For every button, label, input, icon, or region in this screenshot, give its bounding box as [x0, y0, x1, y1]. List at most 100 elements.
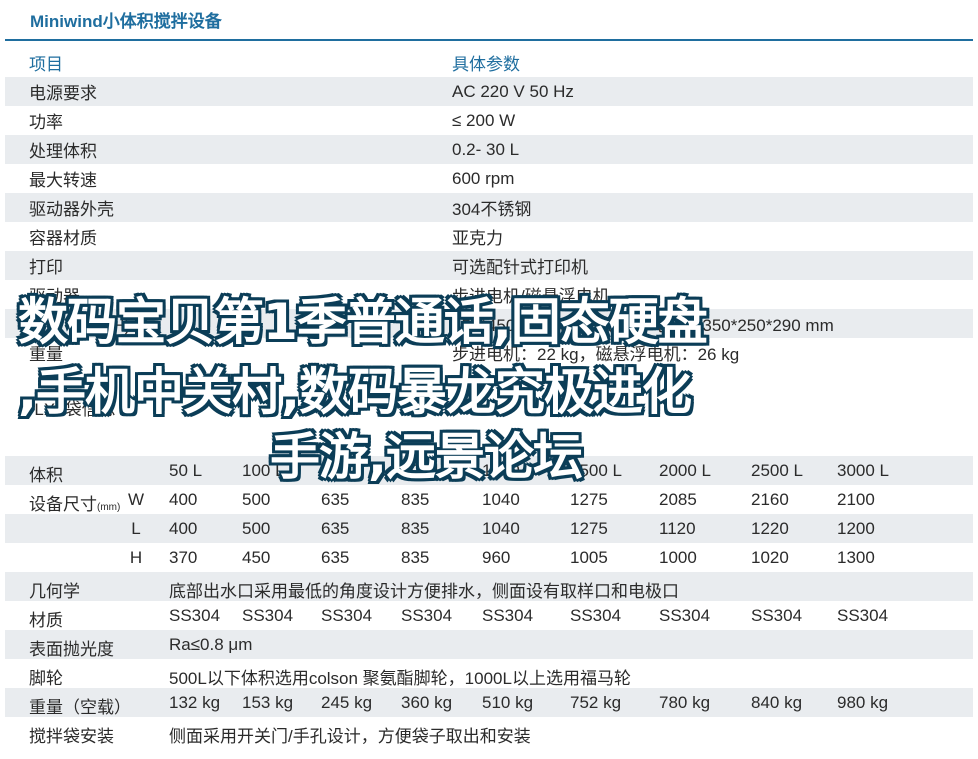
table-row-size-h: H 370 450 635 835 960 1005 1000 1020 130…	[5, 543, 973, 572]
spec-value: 步进电机：22 kg，磁悬浮电机：26 kg	[452, 345, 740, 364]
spec-value: 可选配针式打印机	[452, 258, 588, 277]
volume-cell: 2500 L	[751, 461, 803, 480]
size-cell: 960	[482, 548, 511, 567]
spec-value: 步进电机/磁悬浮电机	[452, 287, 610, 306]
size-cell: 1275	[570, 490, 608, 509]
size-label: 设备尺寸(mm)	[29, 490, 120, 515]
table-row-material: 材质 SS304 SS304 SS304 SS304 SS304 SS304 S…	[5, 601, 973, 630]
material-cell: SS304	[837, 606, 889, 625]
geometry-value: 底部出水口采用最低的角度设计方便排水，侧面设有取样口和电极口	[169, 582, 679, 601]
spec-table-header: 项目 具体参数	[5, 48, 973, 77]
polish-value: Ra≤0.8 μm	[169, 635, 253, 654]
table-row: 功率 ≤ 200 W	[5, 106, 973, 135]
material-cell: SS304	[751, 606, 803, 625]
spec-item: 功率	[29, 113, 63, 132]
size-cell: 450	[242, 548, 271, 567]
size-cell: 500	[242, 519, 271, 538]
volume-cell: 3000 L	[837, 461, 889, 480]
caster-value: 500L以下体积选用colson 聚氨酯脚轮，1000L以上选用福马轮	[169, 669, 631, 688]
spec-item: 容器材质	[29, 229, 97, 248]
table-row-size-l: L 400 500 635 835 1040 1275 1120 1220 12…	[5, 514, 973, 543]
page-title: Miniwind小体积搅拌设备	[30, 12, 222, 31]
dim-label: H	[129, 548, 143, 567]
spec-value: 亚克力	[452, 229, 503, 248]
weight-cell: 245 kg	[321, 693, 373, 712]
size-cell: 1200	[837, 519, 875, 538]
size-cell: 635	[321, 490, 350, 509]
size-cell: 1220	[751, 519, 789, 538]
spec-value: 600 rpm	[452, 168, 515, 188]
size-cell: 1040	[482, 519, 520, 538]
volume-cell: 1000 L	[482, 461, 534, 480]
table-row: 最大转速 600 rpm	[5, 164, 973, 193]
material-cell: SS304	[570, 606, 622, 625]
weight-cell: 510 kg	[482, 693, 534, 712]
volume-label: 体积	[29, 466, 63, 485]
weight-cell: 840 kg	[751, 693, 803, 712]
geometry-label: 几何学	[29, 582, 80, 601]
material-cell: SS304	[321, 606, 373, 625]
size-unit: (mm)	[97, 502, 121, 513]
size-cell: 1005	[570, 548, 608, 567]
table-row-size-w: 设备尺寸(mm) W 400 500 635 835 1040 1275 208…	[5, 485, 973, 514]
volume-cell: 500 L	[401, 461, 444, 480]
caster-label: 脚轮	[29, 669, 63, 688]
volume-cell: 200 L	[321, 461, 364, 480]
table-row-polish: 表面抛光度 Ra≤0.8 μm	[5, 630, 973, 659]
spec-item: 处理体积	[29, 142, 97, 161]
table-row: 驱动器外壳 304不锈钢	[5, 193, 973, 222]
material-cell: SS304	[169, 606, 221, 625]
spec-item: 打印	[29, 258, 63, 277]
weight-cell: 980 kg	[837, 693, 889, 712]
weight-label: 重量（空载）	[29, 698, 131, 717]
size-cell: 1040	[482, 490, 520, 509]
spec-item: 驱动器外壳	[29, 200, 114, 219]
table-row: 电源要求 AC 220 V 50 Hz	[5, 77, 973, 106]
spec-value: ≤ 200 W	[452, 110, 516, 130]
spec-item: 重量	[29, 345, 63, 364]
spec-table: 项目 具体参数 电源要求 AC 220 V 50 Hz 功率 ≤ 200 W 处…	[5, 48, 973, 367]
volume-cell: 50 L	[169, 461, 203, 480]
overlay-text-line-2: ,手机中关村,数码暴龙究极进化	[18, 363, 692, 421]
table-row-caster: 脚轮 500L以下体积选用colson 聚氨酯脚轮，1000L以上选用福马轮	[5, 659, 973, 688]
size-cell: 400	[169, 519, 198, 538]
material-cell: SS304	[242, 606, 294, 625]
spec-value: AC 220 V 50 Hz	[452, 81, 574, 101]
install-value: 侧面采用开关门/手孔设计，方便袋子取出和安装	[169, 727, 531, 746]
bag-table: 体积 50 L 100 L 200 L 500 L 1000 L 1500 L …	[5, 456, 973, 746]
table-row: 驱动器 步进电机/磁悬浮电机	[5, 280, 973, 309]
table-row-volume: 体积 50 L 100 L 200 L 500 L 1000 L 1500 L …	[5, 456, 973, 485]
spec-item: 最大转速	[29, 171, 97, 190]
size-cell: 370	[169, 548, 198, 567]
spec-value: 0.2- 30 L	[452, 139, 520, 159]
size-cell: 835	[401, 519, 430, 538]
size-cell: 1020	[751, 548, 789, 567]
table-row: 重量 步进电机：22 kg，磁悬浮电机：26 kg	[5, 338, 973, 367]
spec-value: 450*450*280 mm，磁悬浮电机：350*250*290 mm	[452, 316, 834, 335]
material-cell: SS304	[482, 606, 534, 625]
material-cell: SS304	[659, 606, 711, 625]
size-cell: 1000	[659, 548, 697, 567]
spec-header-value: 具体参数	[452, 55, 520, 74]
weight-cell: 360 kg	[401, 693, 453, 712]
size-cell: 1275	[570, 519, 608, 538]
volume-cell: 1500 L	[570, 461, 622, 480]
spec-value: 304不锈钢	[452, 200, 532, 219]
size-cell: 400	[169, 490, 198, 509]
table-row-geometry: 几何学 底部出水口采用最低的角度设计方便排水，侧面设有取样口和电极口	[5, 572, 973, 601]
size-cell: 2160	[751, 490, 789, 509]
weight-cell: 132 kg	[169, 693, 221, 712]
table-row: 处理体积 0.2- 30 L	[5, 135, 973, 164]
table-row-install: 搅拌袋安装 侧面采用开关门/手孔设计，方便袋子取出和安装	[5, 717, 973, 746]
spec-header-item: 项目	[29, 55, 63, 74]
weight-cell: 780 kg	[659, 693, 711, 712]
table-row: 打印 可选配针式打印机	[5, 251, 973, 280]
volume-cell: 2000 L	[659, 461, 711, 480]
weight-cell: 153 kg	[242, 693, 294, 712]
dim-label: W	[127, 490, 145, 509]
size-cell: 835	[401, 490, 430, 509]
size-cell: 835	[401, 548, 430, 567]
install-label: 搅拌袋安装	[29, 727, 114, 746]
table-row: 容器材质 亚克力	[5, 222, 973, 251]
size-cell: 1120	[659, 519, 696, 538]
